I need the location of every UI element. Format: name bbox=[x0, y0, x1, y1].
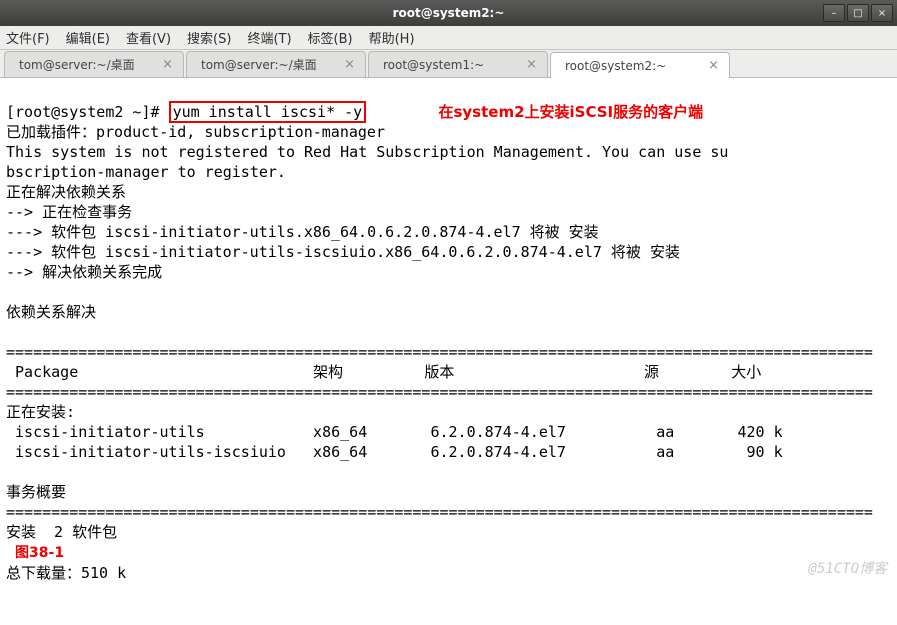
close-icon[interactable]: × bbox=[526, 57, 537, 72]
tab-label: root@system2:~ bbox=[565, 59, 666, 73]
section-header: 事务概要 bbox=[6, 483, 66, 501]
separator: ========================================… bbox=[6, 503, 873, 521]
table-row: iscsi-initiator-utils-iscsiuio x86_64 6.… bbox=[6, 443, 783, 461]
terminal-tab[interactable]: root@system1:~ × bbox=[368, 51, 548, 77]
separator: ========================================… bbox=[6, 383, 873, 401]
figure-label: 图38-1 bbox=[15, 545, 64, 561]
close-icon[interactable]: × bbox=[162, 57, 173, 72]
section-header: 正在安装: bbox=[6, 403, 75, 421]
tab-label: tom@server:~/桌面 bbox=[201, 56, 317, 73]
output-line: --> 正在检查事务 bbox=[6, 203, 132, 221]
tabbar: tom@server:~/桌面 × tom@server:~/桌面 × root… bbox=[0, 50, 897, 78]
output-line: This system is not registered to Red Hat… bbox=[6, 143, 728, 161]
watermark: @51CTO博客 bbox=[808, 559, 887, 579]
menu-tabs[interactable]: 标签(B) bbox=[308, 28, 353, 47]
menu-search[interactable]: 搜索(S) bbox=[187, 28, 231, 47]
output-line: bscription-manager to register. bbox=[6, 163, 286, 181]
terminal-tab[interactable]: tom@server:~/桌面 × bbox=[186, 51, 366, 77]
output-line: 依赖关系解决 bbox=[6, 303, 96, 321]
terminal-output[interactable]: [root@system2 ~]# yum install iscsi* -y … bbox=[0, 78, 897, 607]
command-text: yum install iscsi* -y bbox=[173, 103, 363, 121]
annotation-text: 在system2上安装iSCSI服务的客户端 bbox=[438, 103, 703, 121]
output-line: --> 解决依赖关系完成 bbox=[6, 263, 162, 281]
output-line: ---> 软件包 iscsi-initiator-utils-iscsiuio.… bbox=[6, 243, 680, 261]
window-controls: – □ × bbox=[823, 4, 893, 22]
close-button[interactable]: × bbox=[871, 4, 893, 22]
close-icon[interactable]: × bbox=[708, 58, 719, 73]
close-icon[interactable]: × bbox=[344, 57, 355, 72]
output-line: 总下载量：510 k bbox=[6, 564, 126, 582]
tab-label: tom@server:~/桌面 bbox=[19, 56, 135, 73]
output-line: 已加载插件：product-id, subscription-manager bbox=[6, 123, 385, 141]
shell-prompt: [root@system2 ~]# bbox=[6, 103, 169, 121]
menubar: 文件(F) 编辑(E) 查看(V) 搜索(S) 终端(T) 标签(B) 帮助(H… bbox=[0, 26, 897, 50]
terminal-tab-active[interactable]: root@system2:~ × bbox=[550, 52, 730, 78]
output-line: 安装 2 软件包 bbox=[6, 523, 117, 541]
maximize-button[interactable]: □ bbox=[847, 4, 869, 22]
minimize-button[interactable]: – bbox=[823, 4, 845, 22]
menu-edit[interactable]: 编辑(E) bbox=[66, 28, 110, 47]
table-row: iscsi-initiator-utils x86_64 6.2.0.874-4… bbox=[6, 423, 783, 441]
window-title: root@system2:~ bbox=[393, 6, 505, 20]
output-line: ---> 软件包 iscsi-initiator-utils.x86_64.0.… bbox=[6, 223, 599, 241]
menu-help[interactable]: 帮助(H) bbox=[369, 28, 415, 47]
separator: ========================================… bbox=[6, 343, 873, 361]
menu-terminal[interactable]: 终端(T) bbox=[247, 28, 291, 47]
tab-label: root@system1:~ bbox=[383, 58, 484, 72]
menu-file[interactable]: 文件(F) bbox=[6, 28, 50, 47]
window-titlebar: root@system2:~ – □ × bbox=[0, 0, 897, 26]
output-line: 正在解决依赖关系 bbox=[6, 183, 126, 201]
command-highlight-box: yum install iscsi* -y bbox=[169, 101, 367, 123]
table-header: Package 架构 版本 源 大小 bbox=[6, 363, 761, 381]
menu-view[interactable]: 查看(V) bbox=[126, 28, 171, 47]
terminal-tab[interactable]: tom@server:~/桌面 × bbox=[4, 51, 184, 77]
